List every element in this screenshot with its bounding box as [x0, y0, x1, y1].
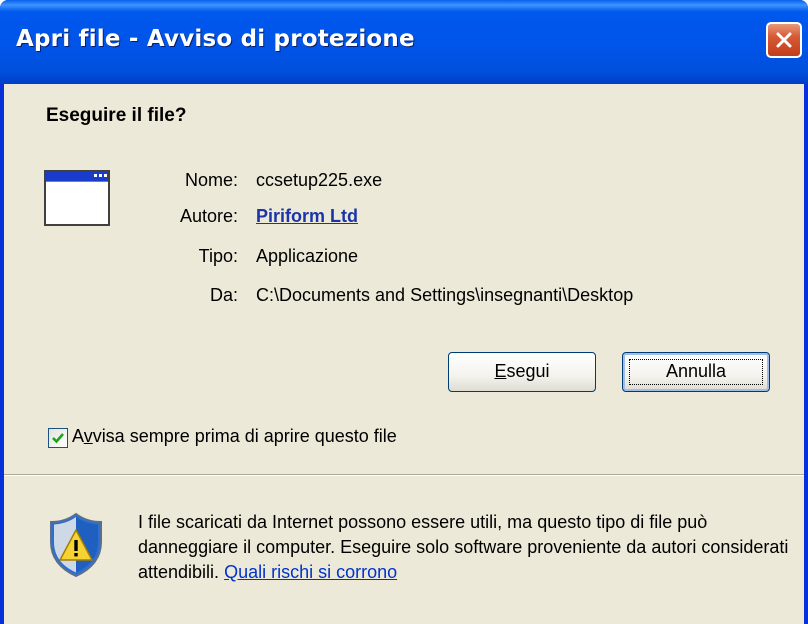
publisher-link[interactable]: Piriform Ltd: [256, 206, 358, 226]
security-warning-text: I file scaricati da Internet possono ess…: [138, 512, 789, 582]
publisher-label: Autore:: [179, 206, 238, 226]
from-value: C:\Documents and Settings\insegnanti\Des…: [256, 285, 634, 305]
always-ask-accesskey: v: [83, 426, 93, 446]
cancel-button[interactable]: Annulla: [622, 352, 770, 392]
title-bar[interactable]: Apri file - Avviso di protezione: [0, 0, 808, 84]
security-shield-icon: [50, 512, 102, 578]
always-ask-checkbox[interactable]: [48, 428, 68, 448]
window-title: Apri file - Avviso di protezione: [16, 26, 415, 52]
always-ask-label[interactable]: Avvisa sempre prima di aprire questo fil…: [72, 426, 397, 447]
dialog-content: Eseguire il file? Nome: ccsetup225.exe A…: [4, 84, 804, 624]
type-value: Applicazione: [256, 246, 359, 266]
separator: [4, 474, 804, 476]
close-icon: [776, 32, 792, 48]
checkmark-icon: [52, 433, 64, 444]
publisher-value: Piriform Ltd: [256, 206, 358, 227]
close-button[interactable]: [766, 22, 802, 58]
focus-rect: [629, 359, 763, 385]
dialog-question: Eseguire il file?: [46, 105, 187, 126]
name-value: ccsetup225.exe: [256, 170, 383, 190]
name-label: Nome:: [184, 170, 238, 190]
from-label: Da:: [209, 285, 238, 305]
run-button-label: segui: [506, 361, 550, 381]
application-icon: [44, 170, 110, 226]
dialog-window: Apri file - Avviso di protezione Eseguir…: [0, 0, 808, 624]
risks-link[interactable]: Quali rischi si corrono: [224, 562, 397, 582]
type-label: Tipo:: [198, 246, 238, 266]
run-button[interactable]: Esegui: [448, 352, 596, 392]
run-button-accesskey: E: [494, 361, 507, 381]
